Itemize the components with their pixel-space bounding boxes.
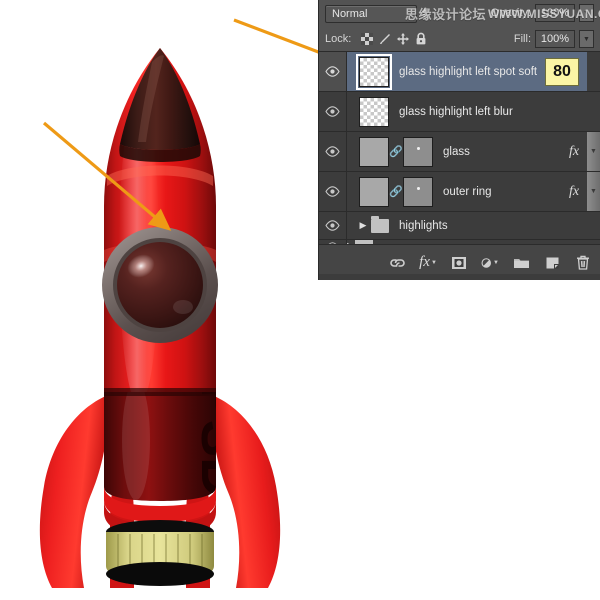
layer-row-glass-highlight-left-blur[interactable]: glass highlight left blur [319, 92, 600, 132]
layer-visibility-toggle[interactable] [319, 52, 347, 91]
fill-input[interactable]: 100% [535, 30, 575, 48]
mask-link-icon[interactable]: 🔗 [389, 137, 403, 167]
updown-spinner-icon[interactable]: ▲▼ [420, 6, 429, 22]
layer-thumbnail-cell[interactable] [347, 57, 389, 87]
nozzle-bottom-rim [106, 562, 214, 586]
lock-row: Lock: [319, 27, 600, 52]
porthole [102, 227, 218, 343]
eye-icon [325, 220, 340, 231]
rocket-nozzle [106, 520, 214, 586]
add-layer-style-fx-icon[interactable]: fx ▼ [419, 254, 437, 272]
layer-thumbnail[interactable] [359, 97, 389, 127]
fill-value: 100% [541, 33, 569, 45]
row-scroll-spacer [587, 212, 600, 239]
eye-icon [325, 186, 340, 197]
layer-visibility-toggle[interactable] [319, 212, 347, 239]
new-layer-icon[interactable] [543, 254, 561, 272]
annotation-badge-80: 80 [545, 58, 579, 86]
layer-mask-thumbnail[interactable] [403, 137, 433, 167]
lock-position-move-icon[interactable] [394, 31, 412, 47]
layer-name[interactable]: outer ring [433, 186, 561, 198]
mask-link-icon[interactable]: 🔗 [389, 177, 403, 207]
blend-mode-row: Normal ▲▼ Opacity: 100% ▼ 思缘设计论坛 WWW.MIS… [319, 0, 600, 27]
lock-image-pixels-brush-icon[interactable] [376, 31, 394, 47]
layer-group-name[interactable]: highlights [389, 220, 587, 232]
band-sheen [122, 380, 150, 500]
layer-visibility-toggle[interactable] [319, 92, 347, 131]
row-scroll-spacer [587, 92, 600, 131]
layer-list[interactable]: glass highlight left spot soft 80 glass … [319, 52, 600, 244]
delete-layer-trash-icon[interactable] [574, 254, 592, 272]
layer-effects-fx-icon[interactable]: fx [561, 184, 587, 200]
layer-visibility-toggle[interactable] [319, 132, 347, 171]
fill-label: Fill: [514, 33, 531, 45]
chevron-down-icon: ▼ [431, 260, 437, 266]
layer-row-glass[interactable]: 🔗 glass fx ▼ [319, 132, 600, 172]
band-top-edge [104, 388, 216, 396]
new-adjustment-layer-icon[interactable]: ▼ [481, 254, 499, 272]
chevron-down-icon: ▼ [493, 260, 499, 266]
link-layers-icon[interactable] [388, 254, 406, 272]
fin-left-outer [40, 396, 108, 588]
layer-row-glass-highlight-left-spot-soft[interactable]: glass highlight left spot soft 80 [319, 52, 600, 92]
rocket-body [104, 48, 216, 405]
panel-scrollbar-thumb[interactable]: ▼ [587, 132, 600, 171]
panel-scrollbar-thumb[interactable]: ▼ [587, 172, 600, 211]
lock-label: Lock: [325, 33, 351, 45]
opacity-label: Opacity: [491, 7, 531, 19]
layer-name[interactable]: glass [433, 146, 561, 158]
add-layer-mask-icon[interactable] [450, 254, 468, 272]
layer-thumbnail-cell[interactable] [347, 97, 389, 127]
new-group-folder-icon[interactable] [512, 254, 530, 272]
layer-thumbnail[interactable] [359, 177, 389, 207]
layer-name[interactable]: glass highlight left blur [389, 106, 587, 118]
row-scroll-spacer [587, 52, 600, 91]
lock-transparent-pixels-icon[interactable] [358, 31, 376, 47]
layer-thumbnail-cell[interactable]: 🔗 [347, 137, 433, 167]
fill-control-group: Fill: 100% ▼ [514, 30, 594, 48]
opacity-chevron-down-icon[interactable]: ▼ [579, 4, 594, 22]
watermark-chinese-text: 思缘设计论坛 [405, 4, 486, 23]
opacity-control-group: Opacity: 100% ▼ [491, 4, 594, 22]
porthole-glass [117, 242, 203, 328]
fill-chevron-down-icon[interactable]: ▼ [579, 30, 594, 48]
eye-icon [325, 146, 340, 157]
layer-thumbnail[interactable] [359, 137, 389, 167]
blend-mode-select[interactable]: Normal [325, 5, 417, 23]
rocket-illustration-canvas: PSD [0, 0, 320, 600]
layer-row-outer-ring[interactable]: 🔗 outer ring fx ▼ [319, 172, 600, 212]
eye-icon [325, 66, 340, 77]
eye-icon [325, 106, 340, 117]
rocket-svg: PSD [0, 0, 320, 600]
layer-group-row-highlights[interactable]: ▶ highlights [319, 212, 600, 240]
blend-mode-value: Normal [332, 8, 367, 20]
fin-right-outer [212, 396, 280, 588]
panel-bottom-edge [319, 274, 600, 280]
opacity-value: 100% [541, 7, 569, 19]
lock-all-padlock-icon[interactable] [412, 31, 430, 47]
glass-highlight-right [173, 300, 193, 314]
folder-icon [371, 219, 389, 233]
layers-panel: Normal ▲▼ Opacity: 100% ▼ 思缘设计论坛 WWW.MIS… [318, 0, 600, 280]
triangle-right-icon[interactable]: ▶ [355, 220, 371, 231]
layer-name[interactable]: glass highlight left spot soft [389, 66, 545, 78]
layer-thumbnail-cell[interactable]: 🔗 [347, 177, 433, 207]
layer-thumbnail[interactable] [359, 57, 389, 87]
opacity-input[interactable]: 100% [535, 4, 575, 22]
layer-visibility-toggle[interactable] [319, 172, 347, 211]
layer-mask-thumbnail[interactable] [403, 177, 433, 207]
layer-effects-fx-icon[interactable]: fx [561, 144, 587, 160]
